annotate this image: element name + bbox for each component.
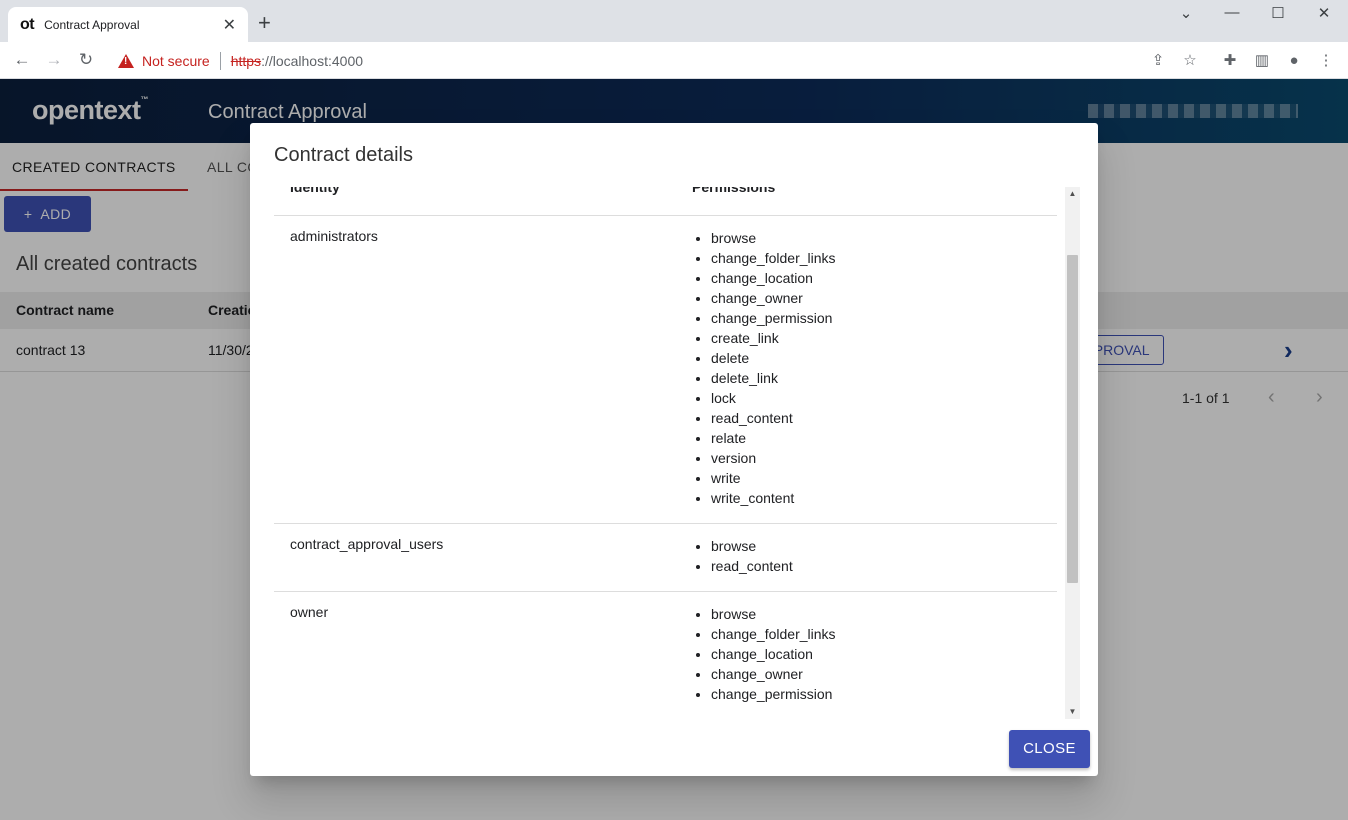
browser-tabstrip: ot Contract Approval ✕ + ⌄ — ☐ ✕ (0, 0, 1348, 42)
list-item: write (711, 468, 1057, 488)
tab-close-icon[interactable]: ✕ (223, 15, 236, 35)
list-item: read_content (711, 408, 1057, 428)
back-icon[interactable]: ← (10, 49, 34, 71)
dialog-title: Contract details (274, 144, 413, 166)
permissions-list: browse change_folder_links change_locati… (711, 592, 1057, 719)
maximize-icon[interactable]: ☐ (1258, 4, 1298, 26)
reload-icon[interactable]: ↻ (74, 49, 98, 71)
table-row: contract_approval_users browse read_cont… (274, 524, 1057, 592)
forward-icon[interactable]: → (42, 49, 66, 71)
list-item: change_permission (711, 684, 1057, 704)
tab-title: Contract Approval (44, 17, 140, 32)
permissions-list: browse change_folder_links change_locati… (711, 216, 1057, 523)
table-row: owner browse change_folder_links change_… (274, 592, 1057, 719)
permissions-column-header: Permissions (692, 187, 776, 195)
permissions-table-header: Identity Permissions (274, 187, 1057, 216)
permissions-table: Identity Permissions administrators brow… (274, 187, 1057, 719)
dialog-scrollbar[interactable]: ▲ ▼ (1065, 187, 1080, 719)
contract-details-dialog: Contract details Identity Permissions ad… (250, 123, 1098, 776)
profile-icon[interactable]: ● (1283, 50, 1305, 72)
bookmark-star-icon[interactable]: ☆ (1179, 50, 1201, 72)
menu-kebab-icon[interactable]: ⋮ (1315, 50, 1337, 72)
dialog-content[interactable]: Identity Permissions administrators brow… (274, 187, 1080, 719)
share-icon[interactable]: ⇪ (1147, 50, 1169, 72)
scroll-down-arrow-icon[interactable]: ▼ (1065, 705, 1080, 719)
list-item: browse (711, 536, 1057, 556)
omnibox-divider (219, 51, 221, 70)
list-item: change_location (711, 644, 1057, 664)
list-item: browse (711, 604, 1057, 624)
list-item: delete (711, 348, 1057, 368)
minimize-icon[interactable]: — (1212, 4, 1252, 26)
list-item: relate (711, 428, 1057, 448)
extensions-icon[interactable]: ✚ (1219, 50, 1241, 72)
identity-cell: administrators (290, 228, 378, 244)
side-panel-icon[interactable]: ▥ (1251, 50, 1273, 72)
list-item: change_location (711, 268, 1057, 288)
table-row: administrators browse change_folder_link… (274, 216, 1057, 524)
identity-cell: contract_approval_users (290, 536, 444, 552)
scrollbar-thumb[interactable] (1067, 255, 1078, 583)
permissions-list: browse read_content (711, 524, 1057, 591)
browser-toolbar: ← → ↻ Not secure https://localhost:4000 … (0, 42, 1348, 79)
warning-icon (118, 53, 134, 68)
list-item: change_owner (711, 288, 1057, 308)
list-item: change_folder_links (711, 624, 1057, 644)
list-item: change_permission (711, 308, 1057, 328)
browser-tab[interactable]: ot Contract Approval ✕ (8, 7, 248, 42)
list-item: write_content (711, 488, 1057, 508)
url-host: ://localhost:4000 (261, 52, 364, 69)
list-item: delete_link (711, 368, 1057, 388)
identity-column-header: Identity (290, 187, 340, 195)
list-item: lock (711, 388, 1057, 408)
url-scheme: https (230, 52, 262, 69)
list-item: browse (711, 228, 1057, 248)
not-secure-label[interactable]: Not secure (142, 53, 210, 69)
list-item: change_folder_links (711, 248, 1057, 268)
list-item: change_owner (711, 664, 1057, 684)
new-tab-icon[interactable]: + (258, 12, 271, 34)
tab-favicon-icon: ot (20, 15, 35, 33)
list-item: read_content (711, 556, 1057, 576)
tab-search-icon[interactable]: ⌄ (1166, 4, 1206, 26)
list-item: version (711, 448, 1057, 468)
list-item: create_link (711, 328, 1057, 348)
identity-cell: owner (290, 604, 329, 620)
scroll-up-arrow-icon[interactable]: ▲ (1065, 187, 1080, 201)
close-button[interactable]: CLOSE (1009, 730, 1090, 768)
window-close-icon[interactable]: ✕ (1304, 4, 1344, 26)
address-bar[interactable]: Not secure https://localhost:4000 (108, 46, 1208, 75)
